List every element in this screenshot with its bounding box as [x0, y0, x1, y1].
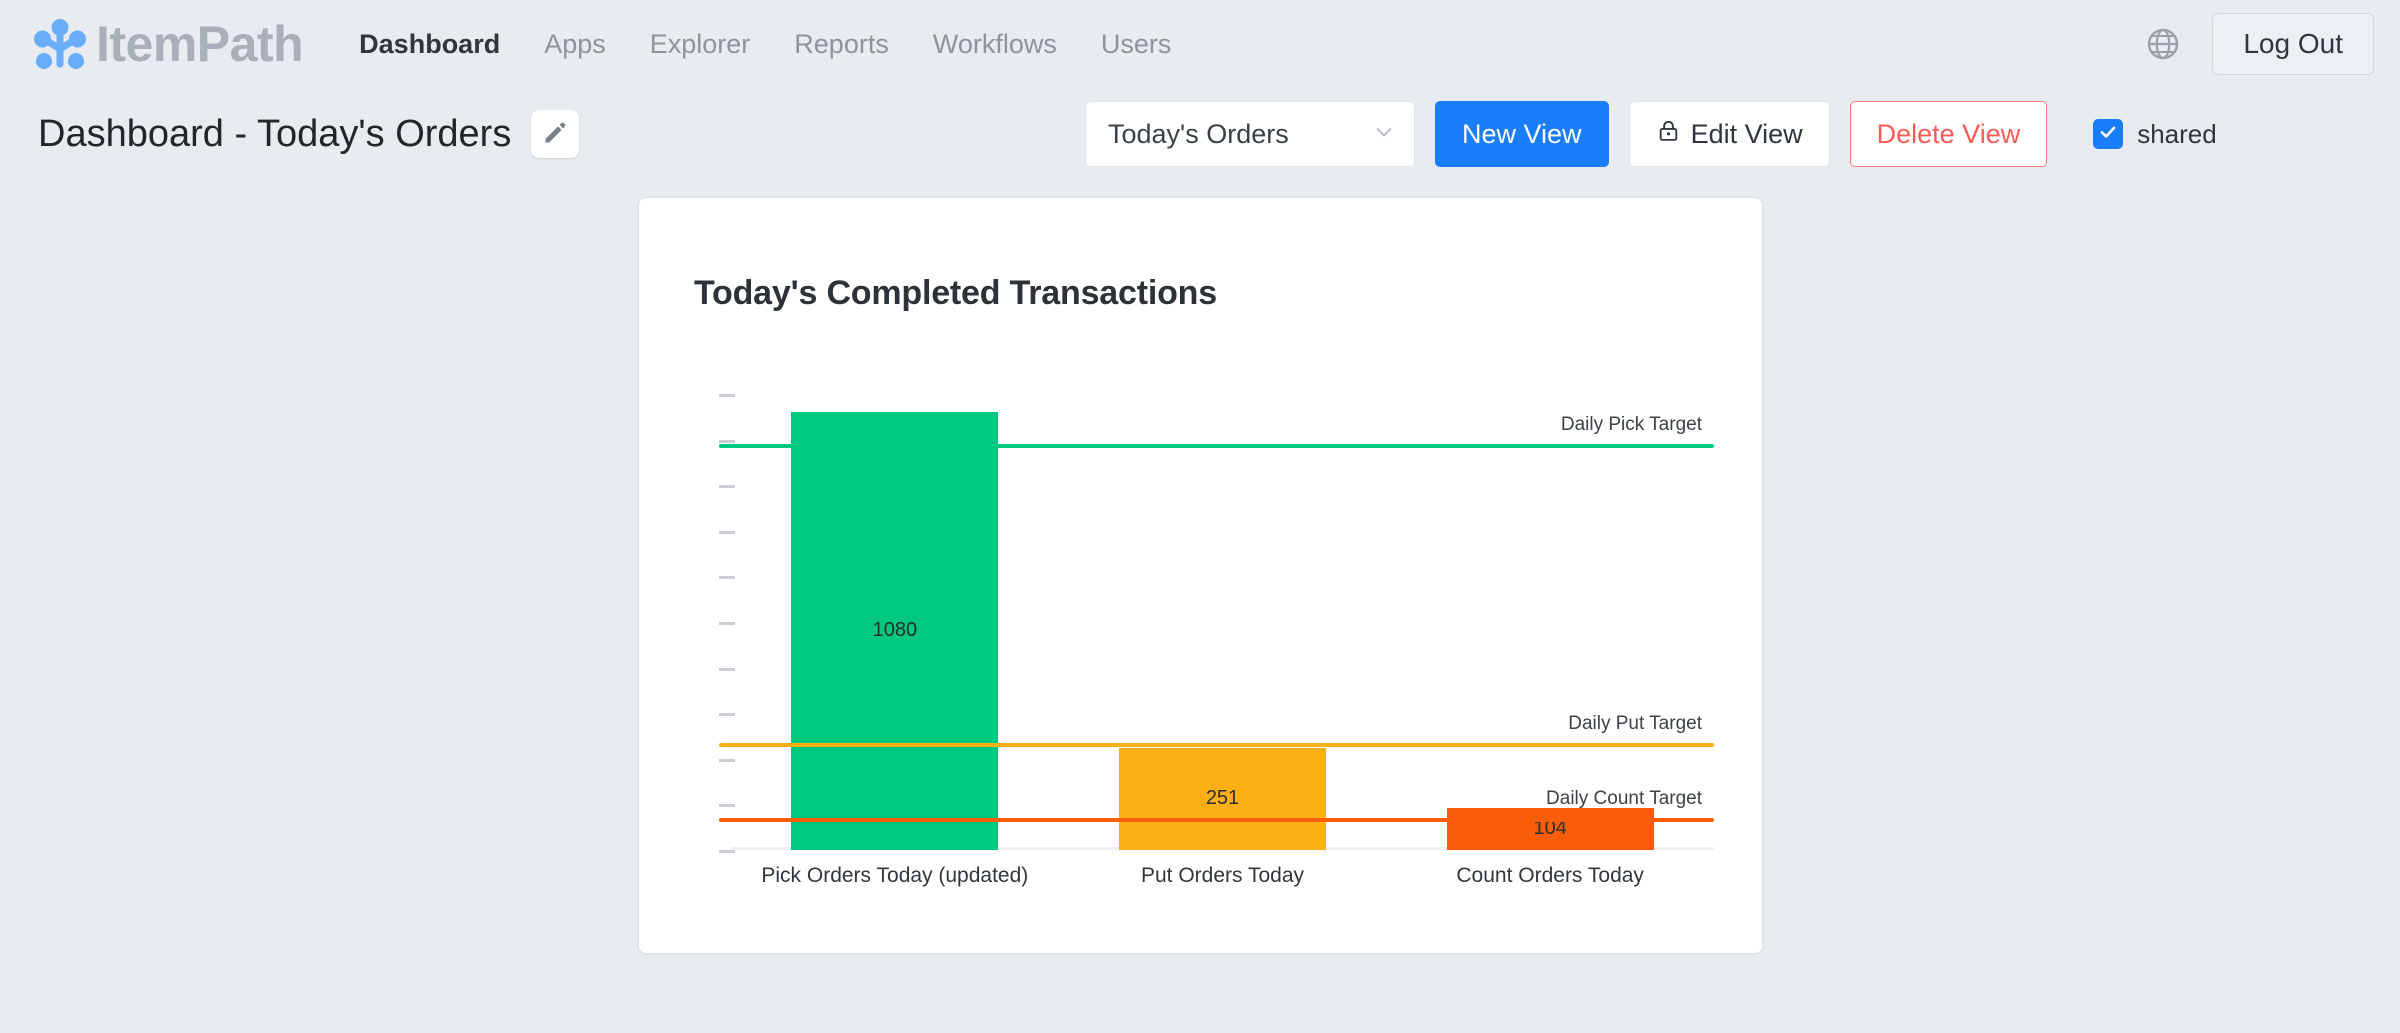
- target-reference-label: Daily Pick Target: [1560, 413, 1702, 435]
- page-title: Dashboard - Today's Orders: [38, 112, 512, 155]
- y-axis-tick: [719, 576, 735, 580]
- bar-chart-plot-area: 1080 Pick Orders Today (updated) 251 Put Or…: [689, 368, 1714, 887]
- y-axis-tick: [719, 713, 735, 717]
- bar-value-label: 1080: [872, 619, 918, 642]
- primary-nav-links: Dashboard Apps Explorer Reports Workflow…: [359, 29, 1171, 60]
- target-reference-line: [719, 742, 1714, 747]
- target-reference-label: Daily Count Target: [1546, 788, 1702, 810]
- shared-checkbox[interactable]: [2093, 119, 2124, 149]
- logout-button[interactable]: Log Out: [2212, 13, 2374, 75]
- top-navigation-bar: ItemPath Dashboard Apps Explorer Reports…: [0, 0, 2400, 88]
- x-axis-category-label: Put Orders Today: [1140, 864, 1305, 887]
- lock-icon: [1656, 118, 1681, 150]
- y-axis-tick: [719, 622, 735, 625]
- brand-logo[interactable]: ItemPath: [34, 16, 304, 72]
- edit-view-label: Edit View: [1690, 118, 1803, 149]
- view-select-dropdown[interactable]: Today's Orders: [1085, 101, 1415, 167]
- shared-toggle[interactable]: shared: [2093, 119, 2217, 150]
- nav-link-workflows[interactable]: Workflows: [933, 29, 1057, 60]
- view-toolbar: Dashboard - Today's Orders Today's Order…: [0, 88, 2400, 180]
- y-axis-tick: [719, 758, 735, 762]
- new-view-button[interactable]: New View: [1435, 101, 1609, 167]
- chart-card[interactable]: Today's Completed Transactions 1080 Pick …: [638, 197, 1763, 954]
- nav-link-dashboard[interactable]: Dashboard: [359, 29, 500, 60]
- shared-label: shared: [2137, 118, 2217, 149]
- x-axis-category-label: Count Orders Today: [1456, 864, 1644, 887]
- y-axis-tick: [719, 804, 735, 808]
- nav-link-apps[interactable]: Apps: [544, 29, 606, 60]
- itempath-dots-logo-icon: [34, 18, 86, 70]
- top-right-actions: Log Out: [2144, 13, 2374, 75]
- chart-title: Today's Completed Transactions: [694, 274, 1217, 312]
- pencil-icon: [542, 120, 568, 149]
- brand-name: ItemPath: [96, 16, 304, 72]
- nav-link-users[interactable]: Users: [1101, 29, 1172, 60]
- x-axis-category-label: Pick Orders Today (updated): [761, 864, 1029, 887]
- y-axis-tick: [719, 850, 735, 853]
- target-reference-line: [719, 818, 1714, 823]
- dashboard-board: Today's Completed Transactions 1080 Pick …: [0, 180, 2400, 1033]
- view-controls: Today's Orders New View Edit View Delete…: [1085, 101, 2217, 167]
- y-axis-tick: [719, 530, 735, 534]
- y-axis-tick: [719, 439, 735, 443]
- check-icon: [2098, 122, 2118, 147]
- chevron-down-icon: [1372, 120, 1396, 148]
- y-axis-tick: [719, 667, 735, 671]
- nav-link-explorer[interactable]: Explorer: [650, 29, 751, 60]
- y-axis-tick: [719, 394, 735, 397]
- y-axis-tick: [719, 485, 735, 489]
- view-select-value: Today's Orders: [1108, 118, 1289, 149]
- globe-icon[interactable]: [2144, 25, 2182, 63]
- bar-value-label: 251: [1205, 787, 1240, 810]
- edit-view-button[interactable]: Edit View: [1628, 101, 1830, 167]
- edit-dashboard-title-button[interactable]: [531, 110, 580, 158]
- delete-view-button[interactable]: Delete View: [1849, 101, 2048, 167]
- target-reference-line: [719, 443, 1714, 448]
- nav-link-reports[interactable]: Reports: [794, 29, 889, 60]
- target-reference-label: Daily Put Target: [1568, 712, 1702, 734]
